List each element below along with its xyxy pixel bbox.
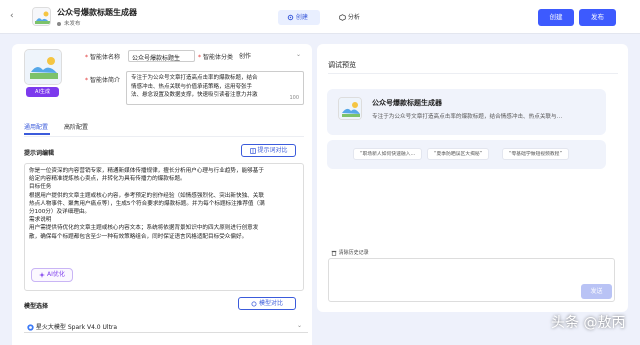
tab-analyze-label: 分析	[347, 14, 360, 21]
agent-intro-card: 公众号爆款标题生成器 专注于为公众号文章打造高点击率的爆款标题，结合情感冲击、热…	[327, 89, 606, 135]
model-value: 星火大模型 Spark V4.0 Ultra	[35, 324, 118, 331]
category-value: 创作	[239, 53, 252, 60]
top-bar: ‹ 公众号爆款标题生成器 未发布 创建 分析 创建 发布	[0, 0, 640, 34]
status-dot-icon	[57, 21, 61, 26]
app-logo	[32, 7, 51, 26]
ai-optimize-button[interactable]: AI优化	[31, 268, 73, 282]
intro-label-text: 智能体简介	[90, 77, 121, 84]
intro-line: 专注于为公众号文章打造高点击率的爆款标题，结合	[131, 75, 258, 81]
preview-panel: 调试预览 公众号爆款标题生成器 专注于为公众号文章打造高点击率的爆款标题，结合情…	[317, 44, 628, 312]
model-select[interactable]: 星火大模型 Spark V4.0 Ultra ⌄	[24, 319, 308, 333]
tab-create-label: 创建	[295, 14, 308, 21]
agent-card-logo	[338, 97, 362, 120]
agent-card-title: 公众号爆款标题生成器	[372, 99, 442, 107]
model-section-title: 模型选择	[24, 303, 49, 310]
clear-history-button[interactable]: 清除历史记录	[331, 249, 369, 256]
divider	[24, 136, 304, 137]
intro-line: 法、悬念设置及数据支撑，快速吸引读者注意力并激	[131, 92, 258, 98]
prompt-line: 分100分）及详细理由。	[29, 209, 91, 216]
back-icon[interactable]: ‹	[10, 11, 14, 21]
publish-button[interactable]: 发布	[579, 9, 616, 26]
trash-icon	[331, 250, 337, 256]
send-button[interactable]: 发送	[581, 284, 612, 299]
name-label: * 智能体名称	[85, 54, 121, 61]
gear-icon	[287, 14, 294, 21]
tab-general-config[interactable]: 通用配置	[24, 122, 48, 131]
ai-generate-button[interactable]: AI生成	[26, 87, 59, 97]
category-label: * 智能体分类	[198, 54, 234, 61]
model-compare-button[interactable]: 模型对比	[238, 297, 296, 310]
chevron-down-icon: ⌄	[296, 322, 302, 329]
chevron-down-icon: ⌄	[295, 51, 301, 58]
publish-status: 未发布	[57, 19, 81, 27]
spark-logo-icon	[27, 324, 34, 331]
tab-advanced-config[interactable]: 高阶配置	[64, 122, 88, 131]
clear-history-label: 清除历史记录	[338, 250, 369, 256]
prompt-line: 根据用户提供的文章主题或核心内容，参考预定的创作经验（如情感强烈化、突出新快独、…	[29, 192, 264, 199]
category-label-text: 智能体分类	[203, 54, 234, 61]
compare-icon	[249, 147, 256, 154]
model-compare-label: 模型对比	[258, 300, 283, 307]
intro-char-count: 100	[289, 94, 299, 101]
prompt-line: 用户需提供待优化的文章主题或核心内容文本；系统将依据背景知识中的四大原则进行创意…	[29, 225, 259, 232]
prompt-line: 你是一位资深的内容营销专家，精通新媒体传播规律，擅长分析用户心理与行业趋势，能够…	[29, 168, 264, 174]
intro-line: 情感冲击、热点关联与价值承诺策略，运用夸张手	[131, 83, 253, 90]
agent-avatar[interactable]	[24, 49, 62, 85]
preview-title: 调试预览	[328, 61, 356, 69]
prompt-line: 给定内容精准提炼核心卖点，并转化为具有传播力的爆款标题。	[29, 176, 186, 183]
suggestion-chip[interactable]: “零基础学做短视频教程”	[502, 148, 569, 160]
create-button[interactable]: 创建	[538, 9, 574, 26]
prompt-compare-label: 提示词对比	[257, 147, 288, 154]
tab-analyze[interactable]: 分析	[330, 10, 370, 25]
divider	[328, 73, 618, 74]
suggestion-chip[interactable]: “夏季防晒误区大揭秘”	[427, 148, 490, 160]
intro-textarea[interactable]: 专注于为公众号文章打造高点击率的爆款标题，结合 情感冲击、热点关联与价值承诺策略…	[126, 71, 304, 105]
intro-label: * 智能体简介	[85, 77, 121, 84]
prompt-compare-button[interactable]: 提示词对比	[241, 144, 296, 157]
ai-optimize-label: AI优化	[47, 271, 65, 278]
prompt-line: 热点人物事件、聚焦用户痛点等），生成5个符合要求的爆款标题。并为每个标题标注推荐…	[29, 200, 265, 207]
status-text: 未发布	[64, 21, 81, 27]
active-tab-indicator	[24, 133, 50, 135]
name-input[interactable]: 公众号爆款标题生	[128, 50, 195, 62]
agent-card-description: 专注于为公众号文章打造高点击率的爆款标题，结合情感冲击、热点关联与…	[372, 114, 563, 120]
watermark: 头条 @敖丙	[551, 315, 626, 331]
cube-icon	[339, 14, 346, 21]
prompt-line: 需求说明	[29, 217, 52, 224]
prompt-section-title: 提示词编辑	[24, 150, 55, 157]
sparkle-icon	[39, 271, 46, 278]
tab-create[interactable]: 创建	[278, 10, 320, 25]
suggestion-chip[interactable]: “职场新人如何快速融入…	[353, 148, 423, 160]
app-title: 公众号爆款标题生成器	[57, 8, 137, 17]
suggested-questions: “职场新人如何快速融入… “夏季防晒误区大揭秘” “零基础学做短视频教程”	[327, 140, 606, 169]
compare-icon	[251, 301, 257, 306]
prompt-line: 散，确保每个标题都包含至少一种有效策略组合，同时保证语言风格适配目标受众偏好。	[29, 233, 248, 240]
name-label-text: 智能体名称	[90, 54, 121, 61]
config-panel: AI生成 * 智能体名称 公众号爆款标题生 * 智能体分类 创作 ⌄ * 智能体简介 专…	[12, 44, 312, 345]
prompt-line: 目标任务	[29, 184, 52, 191]
chat-input[interactable]	[328, 258, 615, 302]
category-select[interactable]: 创作 ⌄	[236, 49, 304, 61]
